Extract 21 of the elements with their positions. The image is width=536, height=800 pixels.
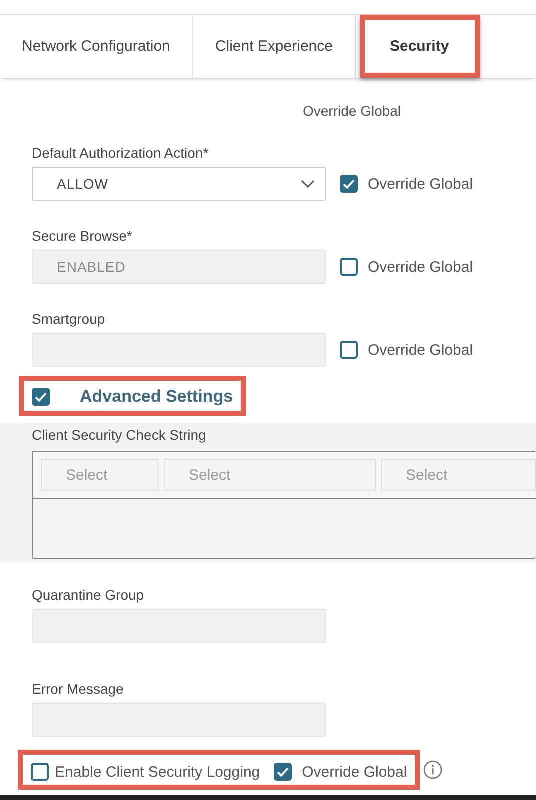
field-label: Secure Browse* — [32, 228, 134, 244]
checkbox[interactable] — [274, 763, 292, 781]
select-field[interactable]: ALLOW — [32, 167, 326, 201]
field-label: Default Authorization Action* — [32, 145, 210, 161]
checkbox-label: Override Global — [368, 258, 474, 276]
checkbox-label: Override Global — [302, 764, 408, 780]
checkbox[interactable] — [32, 388, 50, 406]
field-label: Quarantine Group — [32, 587, 146, 603]
field-label: Error Message — [32, 681, 125, 697]
field-label: Smartgroup — [32, 311, 106, 327]
checkbox-label: Override Global — [368, 342, 474, 358]
info-icon[interactable] — [423, 760, 444, 780]
checkbox-label: Advanced Settings — [80, 387, 234, 407]
caret-icon — [301, 179, 315, 189]
field-label: Client Security Check String — [31, 427, 208, 443]
checkbox[interactable] — [31, 763, 49, 781]
checkbox[interactable] — [340, 175, 358, 193]
tab[interactable]: Security — [360, 15, 480, 78]
checkbox-label: Enable Client Security Logging — [55, 764, 260, 780]
column-header: Override Global — [303, 103, 402, 119]
checkbox-label: Override Global — [368, 176, 474, 192]
